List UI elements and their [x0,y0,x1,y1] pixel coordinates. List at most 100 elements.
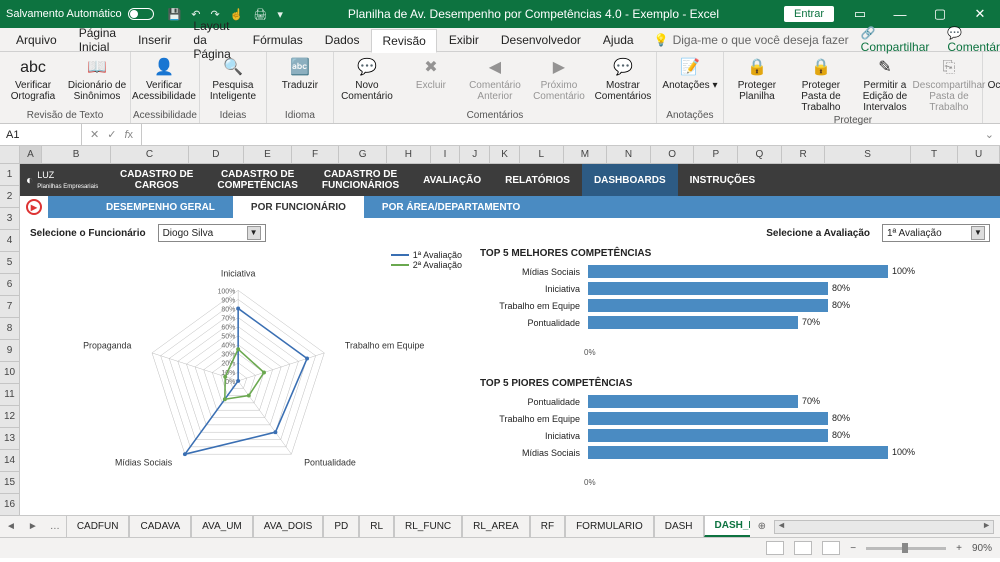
save-icon[interactable]: 💾 [168,8,182,21]
column-header[interactable]: Q [738,146,782,163]
dash-tab-relat-rios[interactable]: RELATÓRIOS [493,164,582,196]
column-header[interactable]: S [825,146,910,163]
sheet-tab-pd[interactable]: PD [323,516,359,537]
close-icon[interactable]: ✕ [966,6,994,22]
column-header[interactable]: P [694,146,738,163]
ribbon-tab-inserir[interactable]: Inserir [128,29,181,51]
column-header[interactable]: M [564,146,608,163]
undo-icon[interactable]: ↶ [191,8,200,21]
ribbon-tab-exibir[interactable]: Exibir [439,29,489,51]
pesquisa-inteligente[interactable]: 🔍Pesquisa Inteligente [202,56,264,104]
row-header[interactable]: 12 [0,406,19,428]
row-header[interactable]: 5 [0,252,19,274]
tell-me-search[interactable]: 💡Diga-me o que você deseja fazer [654,33,849,47]
column-header[interactable]: C [111,146,188,163]
column-header[interactable]: H [387,146,431,163]
enter-formula-icon[interactable]: ✓ [107,128,116,141]
row-header[interactable]: 9 [0,340,19,362]
minimize-icon[interactable]: ― [886,7,914,22]
ribbon-tab-revisão[interactable]: Revisão [371,29,436,53]
verificar-ortografia[interactable]: abcVerificar Ortografia [2,56,64,104]
traduzir[interactable]: 🔤Traduzir [269,56,331,93]
column-header[interactable]: O [651,146,695,163]
subtab-desempenho-geral[interactable]: DESEMPENHO GERAL [88,196,233,218]
column-header[interactable]: K [490,146,520,163]
play-button[interactable]: ▶ [20,196,48,218]
name-box[interactable]: A1 [0,124,82,145]
row-header[interactable]: 4 [0,230,19,252]
dash-tab-cadastro-de-compet-ncias[interactable]: CADASTRO DECOMPETÊNCIAS [205,164,310,196]
row-header[interactable]: 2 [0,186,19,208]
ribbon-tab-fórmulas[interactable]: Fórmulas [243,29,313,51]
anotacoes[interactable]: 📝Anotações ▾ [659,56,721,93]
subtab-por-funcion-rio[interactable]: POR FUNCIONÁRIO [233,196,364,218]
cancel-formula-icon[interactable]: ✕ [90,128,99,141]
print-icon[interactable]: 🖨 [253,8,267,21]
sheet-tab-dash_func[interactable]: DASH_FUNC [704,516,750,537]
select-all-corner[interactable] [0,146,19,164]
sheet-tab-cadfun[interactable]: CADFUN [66,516,130,537]
verificar-acessibilidade[interactable]: 👤Verificar Acessibilidade [133,56,195,104]
proteger-planilha[interactable]: 🔒Proteger Planilha [726,56,788,104]
column-header[interactable]: I [431,146,461,163]
row-header[interactable]: 3 [0,208,19,230]
dash-tab-cadastro-de-funcion-rios[interactable]: CADASTRO DEFUNCIONÁRIOS [310,164,411,196]
sheet-tab-ava_um[interactable]: AVA_UM [191,516,253,537]
column-header[interactable]: R [782,146,826,163]
subtab-por-rea-departamento[interactable]: POR ÁREA/DEPARTAMENTO [364,196,538,218]
row-header[interactable]: 11 [0,384,19,406]
dash-tab-cadastro-de-cargos[interactable]: CADASTRO DECARGOS [108,164,205,196]
column-header[interactable]: J [460,146,490,163]
zoom-in-button[interactable]: + [956,543,962,554]
column-header[interactable]: F [292,146,340,163]
zoom-level[interactable]: 90% [972,543,992,554]
touch-mode-icon[interactable]: ☝ [230,8,244,21]
fx-icon[interactable]: fx [124,129,133,141]
permitir-edicao[interactable]: ✎Permitir a Edição de Intervalos [854,56,916,115]
evaluation-dropdown[interactable]: 1ª Avaliação▼ [882,224,990,242]
sheet-tab-rl[interactable]: RL [359,516,394,537]
ribbon-tab-desenvolvedor[interactable]: Desenvolvedor [491,29,591,51]
page-break-button[interactable] [822,541,840,555]
autosave-toggle[interactable]: Salvamento Automático [6,8,154,20]
sheet-tab-cadava[interactable]: CADAVA [129,516,191,537]
sheet-tab-rl_area[interactable]: RL_AREA [462,516,530,537]
proteger-pasta[interactable]: 🔒Proteger Pasta de Trabalho [790,56,852,115]
qat-more-icon[interactable]: ▾ [277,8,283,21]
column-header[interactable]: G [339,146,387,163]
sheet-tab-formulario[interactable]: FORMULARIO [565,516,654,537]
mostrar-comentarios[interactable]: 💬Mostrar Comentários [592,56,654,104]
dicionario-sinonimos[interactable]: 📖Dicionário de Sinônimos [66,56,128,104]
column-header[interactable]: A [20,146,42,163]
ribbon-tab-arquivo[interactable]: Arquivo [6,29,67,51]
redo-icon[interactable]: ↷ [211,8,220,21]
horizontal-scrollbar[interactable] [774,520,994,534]
share-button[interactable]: 🔗 Compartilhar [853,24,938,56]
row-header[interactable]: 10 [0,362,19,384]
column-header[interactable]: E [244,146,292,163]
row-header[interactable]: 7 [0,296,19,318]
sheet-nav-next[interactable]: ► [22,521,44,532]
sheet-tab-rf[interactable]: RF [530,516,565,537]
ribbon-options-icon[interactable]: ▭ [846,6,874,22]
ribbon-tab-dados[interactable]: Dados [315,29,370,51]
row-header[interactable]: 15 [0,472,19,494]
novo-comentario[interactable]: 💬Novo Comentário [336,56,398,104]
ocultar-tinta[interactable]: ✒Ocultar Tinta ▾ [985,56,1000,104]
dash-tab-instru-es[interactable]: INSTRUÇÕES [678,164,768,196]
sheet-tab-dash[interactable]: DASH [654,516,704,537]
zoom-slider[interactable] [866,547,946,550]
dash-tab-avalia-o[interactable]: AVALIAÇÃO [411,164,493,196]
column-header[interactable]: U [958,146,1000,163]
row-header[interactable]: 13 [0,428,19,450]
zoom-out-button[interactable]: − [850,543,856,554]
sheet-tab-ava_dois[interactable]: AVA_DOIS [253,516,324,537]
maximize-icon[interactable]: ▢ [926,6,954,22]
row-header[interactable]: 1 [0,164,19,186]
sheet-nav-more[interactable]: … [44,521,66,532]
column-header[interactable]: B [42,146,111,163]
dash-tab-dashboards[interactable]: DASHBOARDS [582,164,678,196]
signin-button[interactable]: Entrar [784,6,834,22]
row-header[interactable]: 16 [0,494,19,516]
normal-view-button[interactable] [766,541,784,555]
